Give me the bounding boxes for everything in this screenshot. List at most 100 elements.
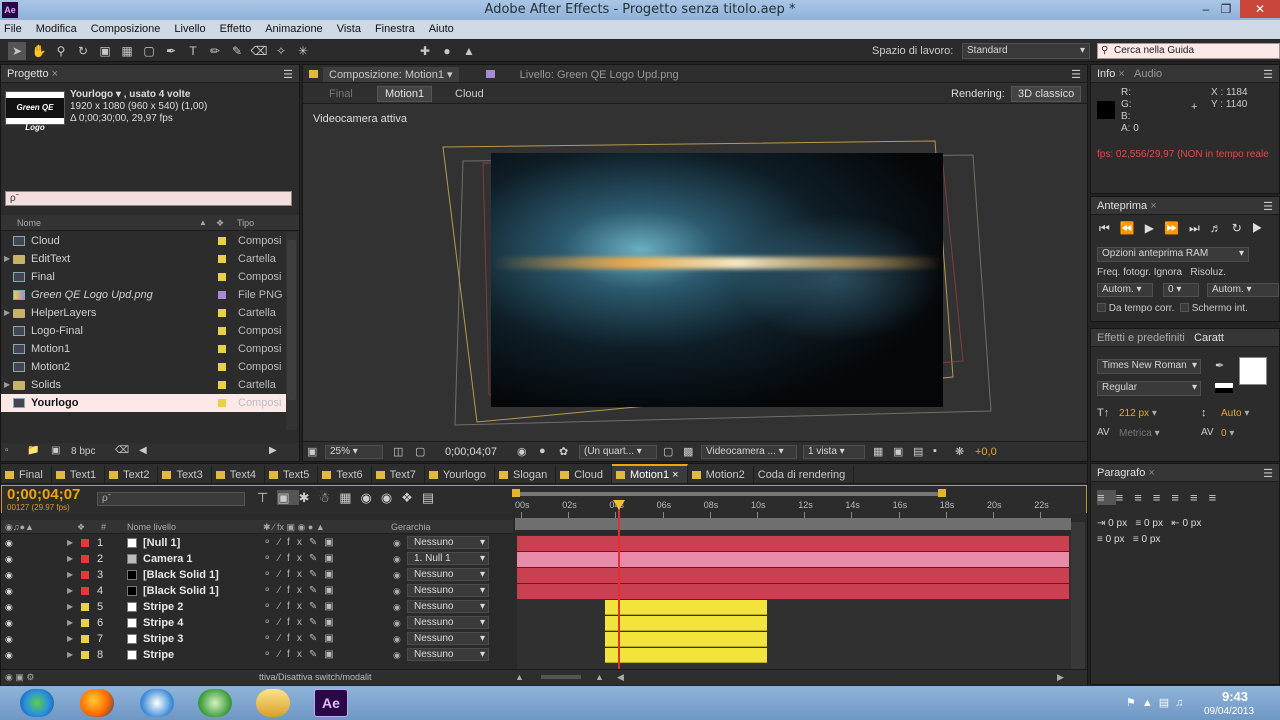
sort-icon[interactable]: ▲ xyxy=(199,215,207,231)
menu-effetto[interactable]: Effetto xyxy=(220,20,252,35)
camera-tool-icon[interactable]: ▣ xyxy=(96,42,114,60)
menu-composizione[interactable]: Composizione xyxy=(91,20,161,35)
visibility-eye-icon[interactable]: ◉ xyxy=(5,615,13,631)
skip-select[interactable]: 0 ▾ xyxy=(1163,283,1199,297)
visibility-eye-icon[interactable]: ◉ xyxy=(5,599,13,615)
frame-blending-icon[interactable]: ▦ xyxy=(339,490,360,505)
view-layout-select[interactable]: 1 vista ▾ xyxy=(803,445,865,459)
new-comp-icon[interactable]: ▣ xyxy=(51,445,60,456)
text-tool-icon[interactable]: T xyxy=(184,42,202,60)
expand-arrow-icon[interactable]: ▶ xyxy=(4,376,10,394)
bpc-label[interactable]: 8 bpc xyxy=(71,446,95,457)
layer-row[interactable]: ◉ ▶ 3 [Black Solid 1] ⚬∕fx✎▣ ◉ Nessuno ▾ xyxy=(1,567,511,583)
timeline-tab[interactable]: Text1 xyxy=(52,466,106,483)
layer-label-color[interactable] xyxy=(81,587,89,595)
timeline-tab[interactable]: Text2 xyxy=(105,466,159,483)
pick-whip-icon[interactable]: ◉ xyxy=(393,647,401,663)
layer-duration-bar[interactable] xyxy=(605,616,767,631)
tab-paragraph[interactable]: Paragrafo xyxy=(1097,467,1145,479)
label-color-swatch[interactable] xyxy=(218,399,226,407)
pick-whip-icon[interactable]: ◉ xyxy=(393,631,401,647)
layer-label-color[interactable] xyxy=(81,571,89,579)
twirl-arrow-icon[interactable]: ▶ xyxy=(67,535,73,551)
paragraph-menu-icon[interactable]: ☰ xyxy=(1263,467,1273,480)
next-frame-icon[interactable]: ⏩ xyxy=(1164,221,1189,235)
twirl-arrow-icon[interactable]: ▶ xyxy=(67,599,73,615)
layer-name[interactable]: [Black Solid 1] xyxy=(143,567,219,583)
pick-whip-icon[interactable]: ◉ xyxy=(393,599,401,615)
visibility-eye-icon[interactable]: ◉ xyxy=(5,567,13,583)
tab-info[interactable]: Info xyxy=(1097,68,1115,80)
justify-right-icon[interactable]: ≡ xyxy=(1190,490,1209,505)
hscroll-right-icon[interactable]: ▶ xyxy=(1057,672,1064,683)
layer-switches[interactable]: ⚬∕fx✎▣ xyxy=(263,647,341,663)
expand-panes-icon[interactable]: ◉ ▣ ⚙ xyxy=(5,672,34,683)
renderer-select[interactable]: 3D classico xyxy=(1011,86,1082,102)
selection-tool-icon[interactable]: ➤ xyxy=(8,42,26,60)
pick-whip-icon[interactable]: ◉ xyxy=(393,583,401,599)
layer-name[interactable]: Stripe xyxy=(143,647,174,663)
visibility-eye-icon[interactable]: ◉ xyxy=(5,631,13,647)
label-color-swatch[interactable] xyxy=(218,309,226,317)
clone-tool-icon[interactable]: ✎ xyxy=(228,42,246,60)
expand-arrow-icon[interactable]: ▶ xyxy=(4,304,10,322)
layer-switches[interactable]: ⚬∕fx✎▣ xyxy=(263,615,341,631)
parent-select[interactable]: Nessuno ▾ xyxy=(407,616,489,629)
label-color-swatch[interactable] xyxy=(218,327,226,335)
draft-3d-icon[interactable]: ✱ xyxy=(299,490,319,505)
play-icon[interactable]: ▶ xyxy=(1145,221,1164,235)
timeline-tab[interactable]: Cloud xyxy=(556,466,612,483)
label-color-swatch[interactable] xyxy=(218,381,226,389)
label-color-swatch[interactable] xyxy=(218,291,226,299)
layer-name[interactable]: Stripe 4 xyxy=(143,615,183,631)
visibility-eye-icon[interactable]: ◉ xyxy=(5,583,13,599)
eraser-tool-icon[interactable]: ⌫ xyxy=(250,42,268,60)
project-item[interactable]: ▶ Solids Cartella xyxy=(1,376,286,394)
layer-label-color[interactable] xyxy=(81,555,89,563)
pen-tool-icon[interactable]: ✒ xyxy=(162,42,180,60)
close-tab-icon[interactable]: × xyxy=(672,469,678,481)
explorer-icon[interactable] xyxy=(256,689,290,717)
layer-name[interactable]: [Black Solid 1] xyxy=(143,583,219,599)
project-search-input[interactable]: ρˉ xyxy=(5,191,292,206)
live-update-icon[interactable]: ▣ xyxy=(277,490,299,505)
layer-switches[interactable]: ⚬∕fx✎▣ xyxy=(263,551,341,567)
project-tab[interactable]: Progetto × ☰ xyxy=(1,65,299,83)
layer-switches[interactable]: ⚬∕fx✎▣ xyxy=(263,583,341,599)
tab-effects[interactable]: Effetti e predefiniti xyxy=(1097,332,1185,344)
trash-icon[interactable]: ⌫ xyxy=(115,445,129,456)
timeline-tab[interactable]: Motion2 xyxy=(688,466,754,483)
parent-select[interactable]: Nessuno ▾ xyxy=(407,632,489,645)
layer-row[interactable]: ◉ ▶ 4 [Black Solid 1] ⚬∕fx✎▣ ◉ Nessuno ▾ xyxy=(1,583,511,599)
menu-file[interactable]: File xyxy=(4,20,22,35)
indent-right-value[interactable]: 0 px xyxy=(1182,518,1201,529)
justify-left-icon[interactable]: ≡ xyxy=(1153,490,1172,505)
col-parent[interactable]: Gerarchia xyxy=(391,520,431,534)
kerning-value[interactable]: Metrica ▾ xyxy=(1119,428,1160,439)
twirl-arrow-icon[interactable]: ▶ xyxy=(67,583,73,599)
layer-row[interactable]: ◉ ▶ 5 Stripe 2 ⚬∕fx✎▣ ◉ Nessuno ▾ xyxy=(1,599,511,615)
hscroll-left-icon[interactable]: ◀ xyxy=(617,672,624,683)
timeline-current-time[interactable]: 0;00;04;07 xyxy=(7,486,80,503)
layer-row[interactable]: ◉ ▶ 6 Stripe 4 ⚬∕fx✎▣ ◉ Nessuno ▾ xyxy=(1,615,511,631)
layer-switches[interactable]: ⚬∕fx✎▣ xyxy=(263,567,341,583)
menu-animazione[interactable]: Animazione xyxy=(265,20,322,35)
channel-icon[interactable]: ✿ xyxy=(559,445,568,458)
time-ruler[interactable]: 00s 02s 04s 06s 08s 10s 12s 14s 16s 18s 20s 22s xyxy=(512,489,1071,520)
panel-menu-icon[interactable]: ☰ xyxy=(283,68,293,81)
zoom-tool-icon[interactable]: ⚲ xyxy=(52,42,70,60)
project-item[interactable]: Yourlogo Composi xyxy=(1,394,286,412)
layer-switches[interactable]: ⚬∕fx✎▣ xyxy=(263,535,341,551)
col-name[interactable]: Nome xyxy=(17,215,41,231)
axis-world-icon[interactable]: ● xyxy=(438,42,456,60)
font-style-select[interactable]: Regular ▾ xyxy=(1097,381,1201,396)
visibility-eye-icon[interactable]: ◉ xyxy=(5,551,13,567)
motion-blur-icon[interactable]: ◉ xyxy=(360,490,380,505)
clock-date[interactable]: 09/04/2013 xyxy=(1204,706,1254,717)
layer-label-color[interactable] xyxy=(81,651,89,659)
layer-label-color[interactable] xyxy=(81,619,89,627)
new-folder-icon[interactable]: 📁 xyxy=(27,445,39,456)
loop-icon[interactable]: ↻ xyxy=(1232,221,1252,235)
fullscreen-checkbox[interactable] xyxy=(1179,303,1189,312)
firefox-icon[interactable] xyxy=(80,689,114,717)
